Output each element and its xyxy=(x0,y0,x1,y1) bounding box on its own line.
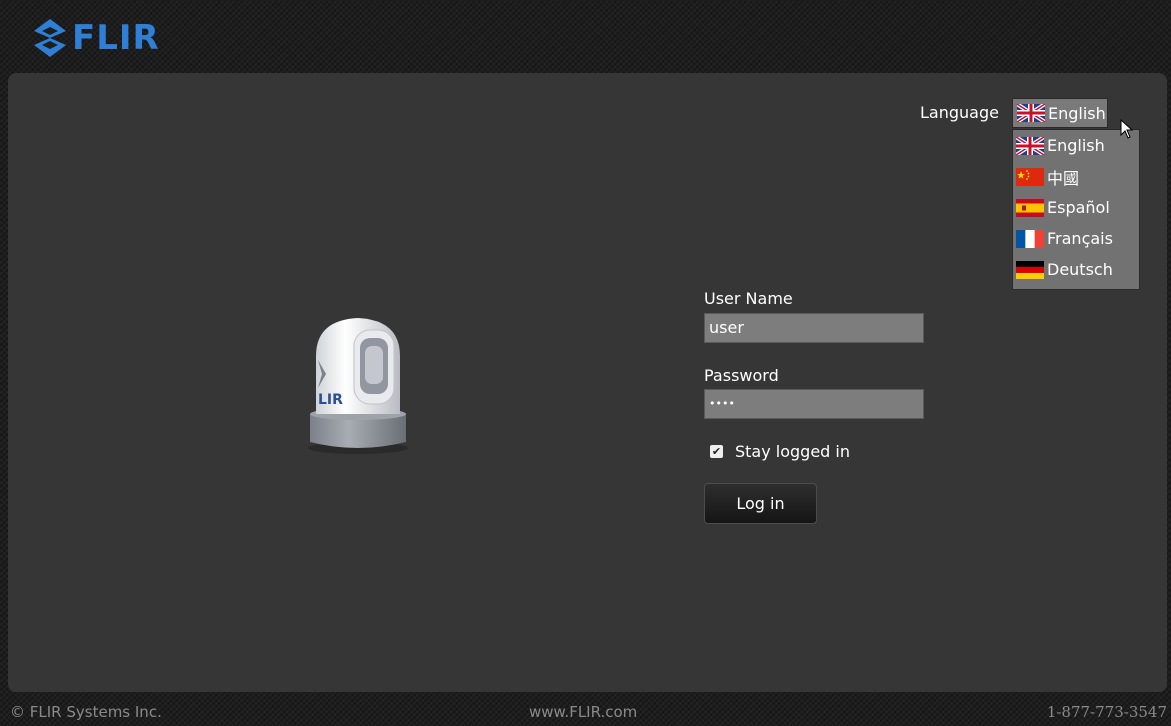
camera-image: LIR xyxy=(308,318,408,454)
option-label: 中國 xyxy=(1047,168,1080,188)
mouse-cursor-icon xyxy=(1120,119,1134,139)
language-option-spanish[interactable]: Español xyxy=(1013,192,1139,223)
uk-flag-icon xyxy=(1016,136,1044,155)
china-flag-icon xyxy=(1016,167,1044,186)
flir-logo: FLIR xyxy=(32,18,160,58)
password-label: Password xyxy=(704,366,779,385)
language-label: Language xyxy=(920,103,999,122)
website-link[interactable]: www.FLIR.com xyxy=(529,703,637,721)
germany-flag-icon xyxy=(1016,260,1044,279)
france-flag-icon xyxy=(1016,229,1044,248)
camera-brand-text: LIR xyxy=(318,392,343,408)
language-dropdown: English 中國 Español Français Deutsch xyxy=(1012,129,1140,290)
logo-text: FLIR xyxy=(72,18,160,58)
stay-logged-in-checkbox[interactable]: ✔ xyxy=(710,445,723,458)
language-option-chinese[interactable]: 中國 xyxy=(1013,161,1139,192)
copyright-text: © FLIR Systems Inc. xyxy=(10,703,162,721)
phone-number: 1-877-773-3547 xyxy=(1046,703,1167,721)
language-selected: English xyxy=(1048,103,1106,123)
login-panel: LIR Language English English 中國 Español … xyxy=(8,73,1167,692)
language-option-french[interactable]: Français xyxy=(1013,223,1139,254)
login-button[interactable]: Log in xyxy=(704,483,817,524)
uk-flag-icon xyxy=(1017,104,1045,122)
username-label: User Name xyxy=(704,289,793,308)
spain-flag-icon xyxy=(1016,198,1044,217)
password-input[interactable]: •••• xyxy=(704,389,924,419)
language-option-german[interactable]: Deutsch xyxy=(1013,254,1139,285)
language-select[interactable]: English xyxy=(1012,98,1108,128)
username-input[interactable]: user xyxy=(704,313,924,343)
stay-logged-in-label: Stay logged in xyxy=(735,442,851,461)
option-label: Français xyxy=(1047,229,1113,248)
option-label: Deutsch xyxy=(1047,260,1113,279)
option-label: Español xyxy=(1047,198,1110,217)
flir-logo-icon xyxy=(34,19,66,57)
option-label: English xyxy=(1047,136,1105,155)
